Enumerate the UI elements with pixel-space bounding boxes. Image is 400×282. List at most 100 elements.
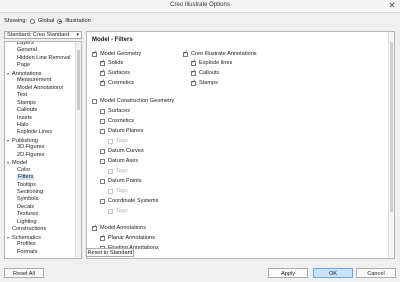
- construction-cosmetics-checkbox[interactable]: [100, 119, 105, 124]
- illustrate-annotations-row[interactable]: Creo Illustrate Annotations: [183, 50, 257, 58]
- tree-item-model[interactable]: ▾ Model: [7, 159, 27, 166]
- coordinate-systems-row[interactable]: Coordinate Systems: [100, 198, 158, 205]
- tree-item-publishing[interactable]: ▾ Publishing: [7, 137, 38, 144]
- construction-cosmetics-label: Cosmetics: [108, 118, 135, 124]
- tree-item-sectioning[interactable]: Sectioning: [17, 189, 43, 196]
- tree-item-decals[interactable]: Decals: [17, 204, 34, 211]
- title-bar: Creo Illustrate Options ✕: [0, 0, 400, 13]
- tree-item-label: Layers: [17, 41, 34, 46]
- construction-geometry-checkbox[interactable]: [92, 99, 97, 104]
- radio-illustration[interactable]: [57, 18, 63, 24]
- tree-item-profiles[interactable]: Profiles: [17, 241, 36, 248]
- construction-geometry-row[interactable]: Model Construction Geometry: [92, 98, 174, 105]
- tree-item-tooltips[interactable]: Tooltips: [17, 182, 36, 189]
- tree-item-filters[interactable]: Filters: [17, 174, 35, 181]
- model-annotations-label: Model Annotations: [100, 225, 147, 231]
- tree-item-constructions[interactable]: Constructions: [7, 226, 46, 233]
- tree-item-color[interactable]: Color: [17, 167, 30, 174]
- options-tree[interactable]: Layers General Hidden Line Removal Page ▾ Ann…: [4, 41, 82, 259]
- tree-item-stamps[interactable]: Stamps: [17, 100, 36, 107]
- cancel-button[interactable]: Cancel: [356, 268, 396, 278]
- datum-planes-checkbox[interactable]: [100, 129, 105, 134]
- cosmetics-label: Cosmetics: [108, 80, 135, 86]
- tree-item-hidden-line-removal[interactable]: Hidden Line Removal: [17, 55, 70, 62]
- model-annotations-row[interactable]: Model Annotations: [92, 224, 147, 232]
- tree-item-label: Formats: [17, 248, 38, 255]
- reset-all-button[interactable]: Reset All: [4, 268, 44, 278]
- tree-item-2d-figures[interactable]: 2D Figures: [17, 152, 44, 159]
- model-annotations-checkbox[interactable]: [92, 224, 97, 231]
- tree-item-layers[interactable]: Layers: [17, 41, 34, 47]
- datum-axes-tags-label: Tags: [116, 168, 128, 174]
- stamps-checkbox[interactable]: [191, 79, 196, 86]
- tree-item-3d-figures[interactable]: 3D Figures: [17, 144, 44, 151]
- stamps-row[interactable]: Stamps: [191, 79, 218, 87]
- planar-annotations-checkbox[interactable]: [100, 234, 105, 241]
- tree-item-model-annotations[interactable]: Model Annotations: [17, 85, 63, 92]
- callouts-checkbox[interactable]: [191, 69, 196, 76]
- construction-surfaces-label: Surfaces: [108, 108, 131, 114]
- tree-item-measurement[interactable]: Measurement: [17, 77, 51, 84]
- datum-curves-checkbox[interactable]: [100, 149, 105, 154]
- datum-axes-row[interactable]: Datum Axes: [100, 158, 138, 165]
- tree-scrollbar-thumb[interactable]: [77, 50, 80, 110]
- datum-planes-row[interactable]: Datum Planes: [100, 128, 143, 135]
- construction-surfaces-row[interactable]: Surfaces: [100, 108, 130, 115]
- ok-button[interactable]: OK: [313, 268, 353, 278]
- tree-item-schematics[interactable]: ▾ Schematics: [7, 234, 41, 241]
- tree-item-halo[interactable]: Halo: [17, 122, 29, 129]
- solids-row[interactable]: Solids: [100, 59, 123, 67]
- explode-lines-checkbox[interactable]: [191, 59, 196, 66]
- cosmetics-row[interactable]: Cosmetics: [100, 79, 135, 87]
- apply-button[interactable]: Apply: [268, 268, 308, 278]
- standard-dropdown[interactable]: Standard: Creo Standard ▾: [4, 31, 82, 39]
- tree-item-insets[interactable]: Insets: [17, 115, 32, 122]
- tree-item-callouts[interactable]: Callouts: [17, 107, 37, 114]
- radio-global-label[interactable]: Global: [38, 18, 54, 24]
- tree-item-label: 2D Figures: [17, 151, 45, 158]
- tree-item-label: Decals: [17, 203, 35, 210]
- tree-item-label: Insets: [17, 114, 32, 121]
- construction-surfaces-checkbox[interactable]: [100, 109, 105, 114]
- tree-item-label: Stamps: [17, 99, 36, 106]
- cosmetics-checkbox[interactable]: [100, 79, 105, 86]
- tree-item-symbols[interactable]: Symbols: [17, 196, 38, 203]
- tree-item-label: Halo: [17, 121, 29, 128]
- illustrate-annotations-checkbox[interactable]: [183, 50, 188, 57]
- tree-scrollbar[interactable]: [75, 42, 81, 258]
- tree-item-explode-lines[interactable]: Explode Lines: [17, 129, 52, 136]
- construction-cosmetics-row[interactable]: Cosmetics: [100, 118, 134, 125]
- radio-global[interactable]: [30, 18, 36, 24]
- tree-item-textures[interactable]: Textures: [17, 211, 38, 218]
- tree-item-label: Textures: [17, 211, 39, 218]
- surfaces-row[interactable]: Surfaces: [100, 69, 130, 77]
- tree-item-page[interactable]: Page: [17, 62, 30, 69]
- datum-curves-row[interactable]: Datum Curves: [100, 148, 144, 155]
- tree-item-label: Schematics: [12, 234, 41, 241]
- showing-label: Showing:: [4, 18, 28, 24]
- coordinate-systems-checkbox[interactable]: [100, 199, 105, 204]
- close-icon[interactable]: ✕: [387, 1, 397, 11]
- panel-scrollbar[interactable]: [388, 32, 394, 258]
- datum-points-row[interactable]: Datum Points: [100, 178, 142, 185]
- tree-item-label: Annotations: [12, 70, 42, 77]
- panel-scrollbar-thumb[interactable]: [390, 42, 393, 212]
- callouts-row[interactable]: Callouts: [191, 69, 219, 77]
- planar-annotations-row[interactable]: Planar Annotations: [100, 234, 155, 242]
- tree-item-label: Color: [17, 166, 31, 173]
- coordinate-systems-tags-label: Tags: [116, 208, 128, 214]
- tree-item-formats[interactable]: Formats: [17, 249, 38, 256]
- reset-to-standard-button[interactable]: Reset to Standard: [86, 248, 134, 257]
- solids-checkbox[interactable]: [100, 59, 105, 66]
- explode-lines-row[interactable]: Explode lines: [191, 59, 232, 67]
- radio-illustration-label[interactable]: Illustration: [65, 18, 91, 24]
- model-geometry-checkbox[interactable]: [92, 50, 97, 57]
- tree-item-text[interactable]: Text: [17, 92, 27, 99]
- tree-item-lighting[interactable]: Lighting: [17, 219, 37, 226]
- tree-item-general[interactable]: General: [17, 47, 37, 54]
- surfaces-checkbox[interactable]: [100, 69, 105, 76]
- tree-item-annotations[interactable]: ▾ Annotations: [7, 70, 42, 77]
- datum-points-checkbox[interactable]: [100, 179, 105, 184]
- datum-axes-checkbox[interactable]: [100, 159, 105, 164]
- model-geometry-row[interactable]: Model Geometry: [92, 50, 141, 58]
